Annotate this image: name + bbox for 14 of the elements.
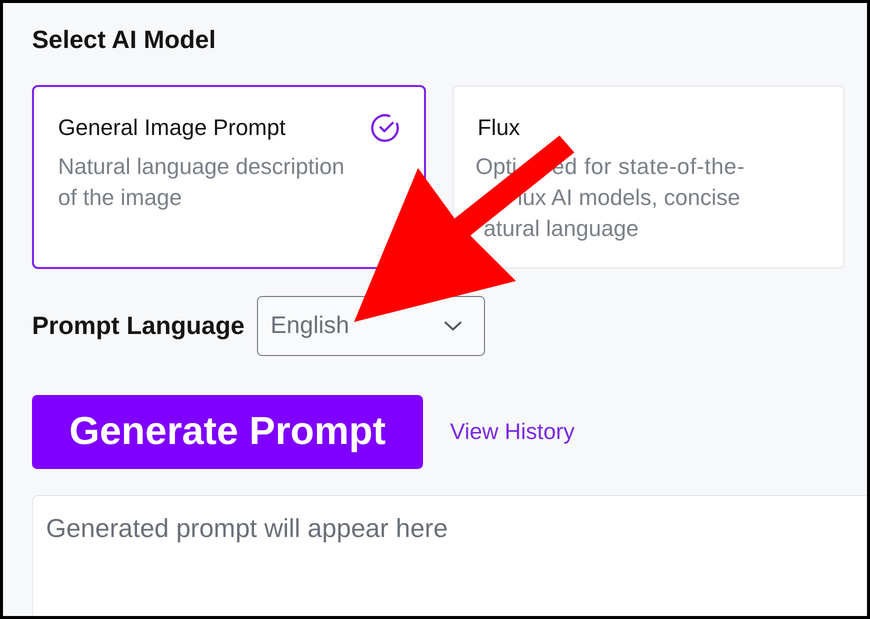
model-description: Opti bbox=[476, 153, 517, 181]
model-description: Natural language description of the image bbox=[58, 153, 346, 212]
generate-button[interactable]: Generate Prompt bbox=[32, 395, 423, 469]
language-label: Prompt Language bbox=[32, 311, 245, 341]
view-history-link[interactable]: View History bbox=[450, 419, 575, 445]
language-select[interactable]: English bbox=[256, 296, 485, 356]
chevron-down-icon bbox=[444, 321, 462, 331]
model-title: Flux bbox=[478, 114, 520, 142]
model-card[interactable]: General Image Prompt Natural language description of the image bbox=[32, 85, 426, 269]
section-heading: Select AI Model bbox=[32, 25, 216, 55]
output-field[interactable]: Generated prompt will appear here bbox=[32, 495, 867, 616]
model-title: General Image Prompt bbox=[58, 114, 286, 142]
check-circle-icon bbox=[370, 114, 398, 142]
model-description: atural language bbox=[484, 215, 639, 243]
